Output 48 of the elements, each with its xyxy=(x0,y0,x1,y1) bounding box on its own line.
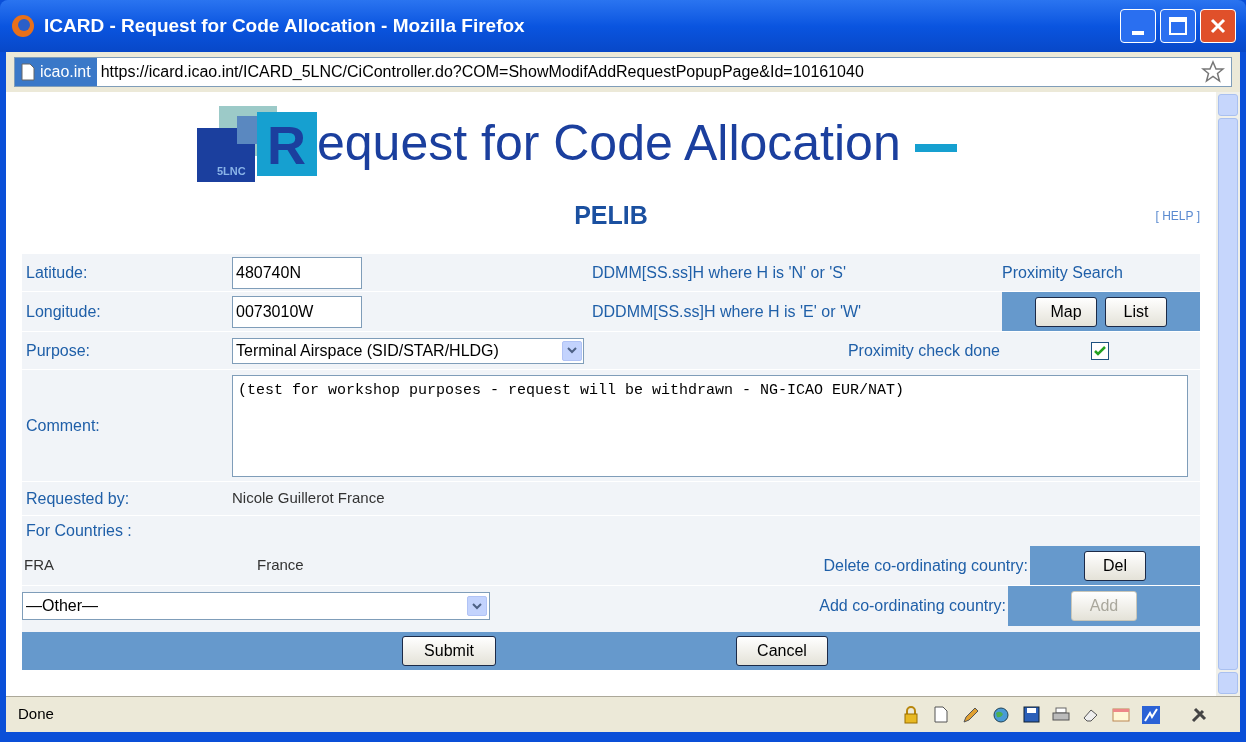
form-button[interactable]: Map xyxy=(1035,296,1097,327)
latitude-hint: DDMM[SS.ss]H where H is 'N' or 'S' xyxy=(592,262,848,283)
request-code: PELIB xyxy=(574,200,648,232)
proximity-check-label: Proximity check done xyxy=(847,340,1000,361)
browser-logo-icon xyxy=(10,13,36,39)
scrollbar[interactable] xyxy=(1216,92,1240,696)
title-dash xyxy=(914,144,957,152)
maximize-button[interactable] xyxy=(1160,9,1196,43)
for-countries-label: For Countries : xyxy=(25,521,132,541)
url-text: https://icard.icao.int/ICARD_5LNC/CiController.do?COM=ShowModifAddRequestPopupPage&Id=10161040 xyxy=(100,62,864,82)
logo-tag: 5LNC xyxy=(217,166,246,177)
form-button[interactable]: Submit xyxy=(402,636,496,666)
requested-by-label: Requested by: xyxy=(25,488,131,509)
longitude-label: Longitude: xyxy=(25,301,102,322)
window-title: ICARD - Request for Code Allocation - Mozilla Firefox xyxy=(44,13,525,38)
form-button[interactable]: Cancel xyxy=(736,636,828,666)
status-text: Done xyxy=(17,704,54,725)
latitude-label: Latitude: xyxy=(25,262,89,283)
country-name: France xyxy=(257,555,305,576)
comment-field[interactable]: (test for workshop purposes - request will be withdrawn - NG-ICAO EUR/NAT) xyxy=(232,374,1188,477)
requested-by-value: Nicole Guillerot France xyxy=(232,488,386,509)
help-link[interactable]: [ HELP ] xyxy=(1155,207,1200,225)
longitude-hint: DDDMM[SS.ss]H where H is 'E' or 'W' xyxy=(592,301,863,322)
bookmark-star-icon[interactable] xyxy=(1201,60,1225,84)
address-bar[interactable]: icao.int https://icard.icao.int/ICARD_5LNC/CiController.do?COM=ShowModifAddRequestPopupPage&Id=10161040 xyxy=(14,57,1232,87)
form-button[interactable]: List xyxy=(1105,296,1167,327)
purpose-label: Purpose: xyxy=(25,340,92,361)
site-identity-button[interactable]: icao.int xyxy=(15,58,97,86)
page-title: equest for Code Allocation xyxy=(317,118,901,168)
add-country-label: Add co-ordinating country: xyxy=(819,596,1007,616)
delete-country-label: Delete co-ordinating country: xyxy=(823,555,1029,576)
longitude-field[interactable]: 0073010W xyxy=(232,295,362,328)
minimize-button[interactable] xyxy=(1120,9,1156,43)
latitude-field[interactable]: 480740N xyxy=(232,256,362,289)
close-button[interactable] xyxy=(1200,9,1236,43)
country-select[interactable]: —Other— xyxy=(22,592,490,620)
chart-icon[interactable] xyxy=(1140,703,1162,726)
comment-label: Comment: xyxy=(25,415,101,436)
proximity-search-label: Proximity Search xyxy=(1002,262,1124,283)
maximize-icon xyxy=(1169,17,1187,35)
purpose-select[interactable]: Terminal Airspace (SID/STAR/HLDG) xyxy=(232,337,584,364)
close-icon xyxy=(1209,17,1227,35)
form-button[interactable]: Del xyxy=(1084,550,1146,581)
country-code: FRA xyxy=(23,555,55,576)
title-initial: R xyxy=(267,118,306,172)
page-icon xyxy=(21,63,35,81)
minimize-icon xyxy=(1132,31,1144,35)
proximity-checkbox[interactable] xyxy=(1091,341,1109,360)
